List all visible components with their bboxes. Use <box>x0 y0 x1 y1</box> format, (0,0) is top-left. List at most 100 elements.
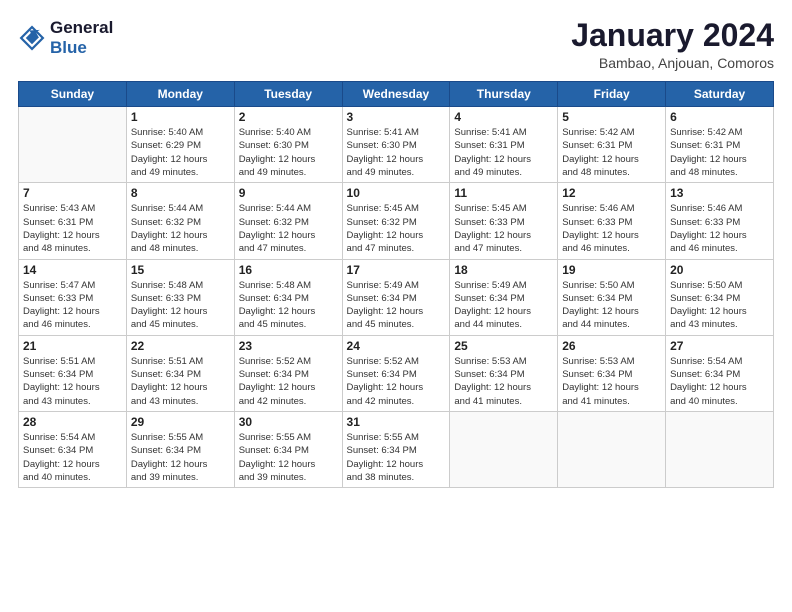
day-info: Sunrise: 5:54 AM Sunset: 6:34 PM Dayligh… <box>670 355 769 408</box>
day-info: Sunrise: 5:41 AM Sunset: 6:30 PM Dayligh… <box>347 126 446 179</box>
day-info: Sunrise: 5:42 AM Sunset: 6:31 PM Dayligh… <box>670 126 769 179</box>
calendar-cell: 26Sunrise: 5:53 AM Sunset: 6:34 PM Dayli… <box>558 335 666 411</box>
calendar-cell: 25Sunrise: 5:53 AM Sunset: 6:34 PM Dayli… <box>450 335 558 411</box>
calendar-week-row: 14Sunrise: 5:47 AM Sunset: 6:33 PM Dayli… <box>19 259 774 335</box>
calendar-cell: 28Sunrise: 5:54 AM Sunset: 6:34 PM Dayli… <box>19 411 127 487</box>
day-number: 20 <box>670 263 769 277</box>
calendar-cell: 30 Sunrise: 5:55 AM Sunset: 6:34 PM Dayli… <box>234 411 342 487</box>
calendar-cell: 8Sunrise: 5:44 AM Sunset: 6:32 PM Daylig… <box>126 183 234 259</box>
calendar-week-row: 7Sunrise: 5:43 AM Sunset: 6:31 PM Daylig… <box>19 183 774 259</box>
page: General Blue January 2024 Bambao, Anjoua… <box>0 0 792 612</box>
day-number: 3 <box>347 110 446 124</box>
calendar-cell: 7Sunrise: 5:43 AM Sunset: 6:31 PM Daylig… <box>19 183 127 259</box>
day-info: Sunrise: 5:42 AM Sunset: 6:31 PM Dayligh… <box>562 126 661 179</box>
day-number: 4 <box>454 110 553 124</box>
day-number: 27 <box>670 339 769 353</box>
day-header-thursday: Thursday <box>450 82 558 107</box>
calendar-cell: 5 Sunrise: 5:42 AM Sunset: 6:31 PM Daylig… <box>558 107 666 183</box>
day-header-saturday: Saturday <box>666 82 774 107</box>
day-number: 1 <box>131 110 230 124</box>
logo-line2: Blue <box>50 38 113 58</box>
subtitle: Bambao, Anjouan, Comoros <box>571 55 774 71</box>
day-number: 18 <box>454 263 553 277</box>
day-header-monday: Monday <box>126 82 234 107</box>
calendar-cell: 2Sunrise: 5:40 AM Sunset: 6:30 PM Daylig… <box>234 107 342 183</box>
calendar-cell: 22Sunrise: 5:51 AM Sunset: 6:34 PM Dayli… <box>126 335 234 411</box>
title-block: January 2024 Bambao, Anjouan, Comoros <box>571 18 774 71</box>
day-info: Sunrise: 5:41 AM Sunset: 6:31 PM Dayligh… <box>454 126 553 179</box>
day-info: Sunrise: 5:45 AM Sunset: 6:32 PM Dayligh… <box>347 202 446 255</box>
calendar-table: SundayMondayTuesdayWednesdayThursdayFrid… <box>18 81 774 488</box>
day-number: 7 <box>23 186 122 200</box>
day-number: 5 <box>562 110 661 124</box>
calendar-cell <box>450 411 558 487</box>
day-info: Sunrise: 5:51 AM Sunset: 6:34 PM Dayligh… <box>23 355 122 408</box>
day-number: 13 <box>670 186 769 200</box>
day-number: 21 <box>23 339 122 353</box>
calendar-week-row: 28Sunrise: 5:54 AM Sunset: 6:34 PM Dayli… <box>19 411 774 487</box>
day-info: Sunrise: 5:49 AM Sunset: 6:34 PM Dayligh… <box>347 279 446 332</box>
calendar-cell: 27 Sunrise: 5:54 AM Sunset: 6:34 PM Dayli… <box>666 335 774 411</box>
calendar-cell: 18 Sunrise: 5:49 AM Sunset: 6:34 PM Dayli… <box>450 259 558 335</box>
day-number: 9 <box>239 186 338 200</box>
day-number: 22 <box>131 339 230 353</box>
calendar-cell: 31 Sunrise: 5:55 AM Sunset: 6:34 PM Dayli… <box>342 411 450 487</box>
day-number: 24 <box>347 339 446 353</box>
calendar-cell: 14Sunrise: 5:47 AM Sunset: 6:33 PM Dayli… <box>19 259 127 335</box>
day-info: Sunrise: 5:45 AM Sunset: 6:33 PM Dayligh… <box>454 202 553 255</box>
calendar-header-row: SundayMondayTuesdayWednesdayThursdayFrid… <box>19 82 774 107</box>
day-number: 19 <box>562 263 661 277</box>
day-number: 16 <box>239 263 338 277</box>
calendar-cell: 3 Sunrise: 5:41 AM Sunset: 6:30 PM Daylig… <box>342 107 450 183</box>
day-info: Sunrise: 5:54 AM Sunset: 6:34 PM Dayligh… <box>23 431 122 484</box>
day-number: 11 <box>454 186 553 200</box>
day-number: 17 <box>347 263 446 277</box>
day-info: Sunrise: 5:55 AM Sunset: 6:34 PM Dayligh… <box>131 431 230 484</box>
calendar-body: 1 Sunrise: 5:40 AM Sunset: 6:29 PM Daylig… <box>19 107 774 488</box>
day-number: 14 <box>23 263 122 277</box>
calendar-cell <box>558 411 666 487</box>
day-info: Sunrise: 5:49 AM Sunset: 6:34 PM Dayligh… <box>454 279 553 332</box>
day-info: Sunrise: 5:40 AM Sunset: 6:29 PM Dayligh… <box>131 126 230 179</box>
day-info: Sunrise: 5:44 AM Sunset: 6:32 PM Dayligh… <box>239 202 338 255</box>
day-info: Sunrise: 5:55 AM Sunset: 6:34 PM Dayligh… <box>239 431 338 484</box>
calendar-cell: 23Sunrise: 5:52 AM Sunset: 6:34 PM Dayli… <box>234 335 342 411</box>
calendar-cell: 17 Sunrise: 5:49 AM Sunset: 6:34 PM Dayli… <box>342 259 450 335</box>
calendar-cell: 19 Sunrise: 5:50 AM Sunset: 6:34 PM Dayli… <box>558 259 666 335</box>
day-number: 31 <box>347 415 446 429</box>
day-info: Sunrise: 5:46 AM Sunset: 6:33 PM Dayligh… <box>562 202 661 255</box>
calendar-cell: 24Sunrise: 5:52 AM Sunset: 6:34 PM Dayli… <box>342 335 450 411</box>
calendar-week-row: 1 Sunrise: 5:40 AM Sunset: 6:29 PM Daylig… <box>19 107 774 183</box>
logo: General Blue <box>18 18 113 57</box>
header: General Blue January 2024 Bambao, Anjoua… <box>18 18 774 71</box>
logo-line1: General <box>50 18 113 38</box>
logo-icon <box>18 24 46 52</box>
day-header-friday: Friday <box>558 82 666 107</box>
day-number: 26 <box>562 339 661 353</box>
calendar-cell: 9 Sunrise: 5:44 AM Sunset: 6:32 PM Daylig… <box>234 183 342 259</box>
calendar-cell: 10 Sunrise: 5:45 AM Sunset: 6:32 PM Dayli… <box>342 183 450 259</box>
day-number: 25 <box>454 339 553 353</box>
calendar-cell <box>19 107 127 183</box>
day-info: Sunrise: 5:50 AM Sunset: 6:34 PM Dayligh… <box>562 279 661 332</box>
calendar-week-row: 21 Sunrise: 5:51 AM Sunset: 6:34 PM Dayli… <box>19 335 774 411</box>
day-info: Sunrise: 5:46 AM Sunset: 6:33 PM Dayligh… <box>670 202 769 255</box>
day-number: 29 <box>131 415 230 429</box>
calendar-cell <box>666 411 774 487</box>
day-info: Sunrise: 5:52 AM Sunset: 6:34 PM Dayligh… <box>239 355 338 408</box>
day-info: Sunrise: 5:48 AM Sunset: 6:33 PM Dayligh… <box>131 279 230 332</box>
day-number: 30 <box>239 415 338 429</box>
calendar-cell: 21 Sunrise: 5:51 AM Sunset: 6:34 PM Dayli… <box>19 335 127 411</box>
day-info: Sunrise: 5:48 AM Sunset: 6:34 PM Dayligh… <box>239 279 338 332</box>
day-header-sunday: Sunday <box>19 82 127 107</box>
day-number: 12 <box>562 186 661 200</box>
day-header-tuesday: Tuesday <box>234 82 342 107</box>
calendar-cell: 13 Sunrise: 5:46 AM Sunset: 6:33 PM Dayli… <box>666 183 774 259</box>
day-info: Sunrise: 5:55 AM Sunset: 6:34 PM Dayligh… <box>347 431 446 484</box>
day-number: 10 <box>347 186 446 200</box>
calendar-cell: 11 Sunrise: 5:45 AM Sunset: 6:33 PM Dayli… <box>450 183 558 259</box>
calendar-cell: 15Sunrise: 5:48 AM Sunset: 6:33 PM Dayli… <box>126 259 234 335</box>
calendar-cell: 1 Sunrise: 5:40 AM Sunset: 6:29 PM Daylig… <box>126 107 234 183</box>
calendar-cell: 16 Sunrise: 5:48 AM Sunset: 6:34 PM Dayli… <box>234 259 342 335</box>
day-number: 6 <box>670 110 769 124</box>
